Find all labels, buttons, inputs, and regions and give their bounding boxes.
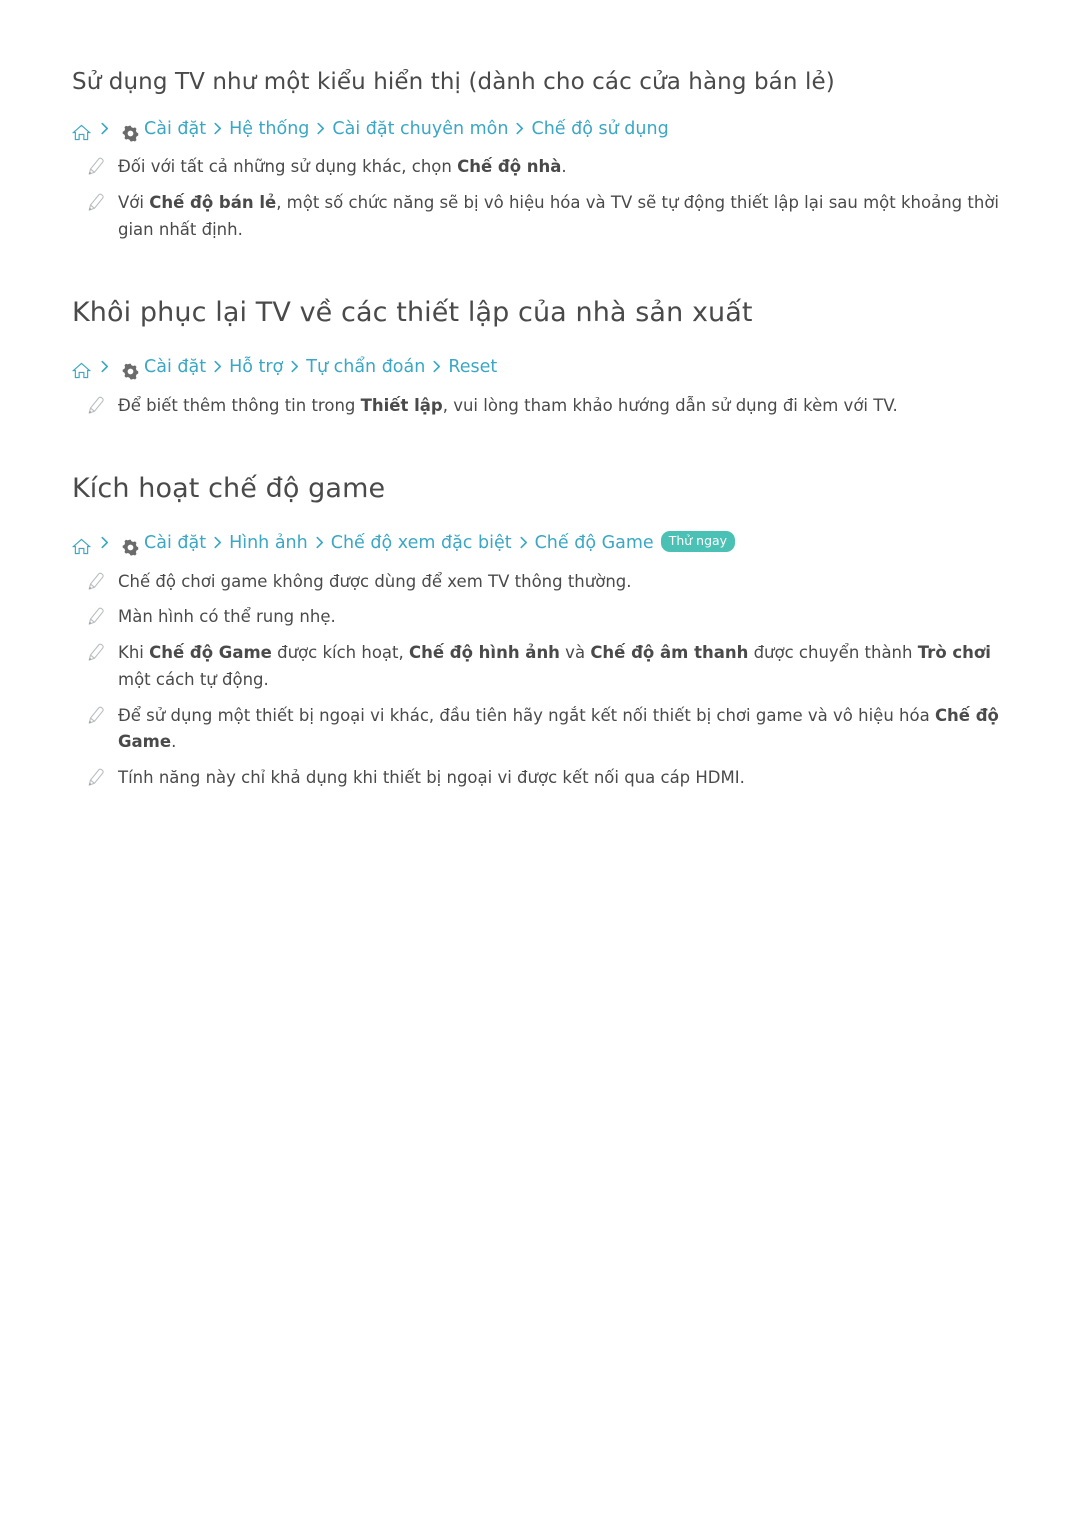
note-item: Màn hình có thể rung nhẹ.: [72, 604, 1008, 631]
breadcrumb-item[interactable]: Tự chẩn đoán: [306, 354, 425, 380]
breadcrumb-item[interactable]: Chế độ xem đặc biệt: [331, 530, 512, 556]
breadcrumb-item[interactable]: Chế độ Game: [535, 530, 654, 556]
breadcrumb-item[interactable]: Cài đặt chuyên môn: [332, 116, 508, 142]
home-icon: [71, 361, 92, 379]
gear-icon: [122, 538, 139, 556]
note-text: Đối với tất cả những sử dụng khác, chọn …: [118, 157, 567, 177]
pencil-icon: [84, 156, 106, 178]
chevron-right-icon: [100, 355, 109, 381]
chevron-right-icon: [315, 531, 324, 557]
note-item: Chế độ chơi game không được dùng để xem …: [72, 569, 1008, 596]
breadcrumb-item[interactable]: Reset: [448, 354, 497, 380]
note-item: Khi Chế độ Game được kích hoạt, Chế độ h…: [72, 640, 1008, 693]
section-heading: Khôi phục lại TV về các thiết lập của nh…: [72, 297, 753, 329]
note-item: Với Chế độ bán lẻ, một số chức năng sẽ b…: [72, 190, 1008, 243]
home-icon: [71, 537, 92, 555]
breadcrumb-item[interactable]: Hình ảnh: [229, 530, 308, 556]
document-page: Sử dụng TV như một kiểu hiển thị (dành c…: [0, 0, 1080, 1527]
chevron-right-icon: [213, 355, 222, 381]
note-text: Màn hình có thể rung nhẹ.: [118, 607, 336, 627]
pencil-icon: [84, 705, 106, 727]
note-item: Để sử dụng một thiết bị ngoại vi khác, đ…: [72, 703, 1008, 756]
breadcrumb: Cài đặt Hỗ trợ Tự chẩn đoán Reset: [71, 354, 1008, 381]
note-text: Tính năng này chỉ khả dụng khi thiết bị …: [118, 768, 745, 788]
chevron-right-icon: [432, 355, 441, 381]
note-text: Với Chế độ bán lẻ, một số chức năng sẽ b…: [118, 192, 999, 239]
section-heading: Kích hoạt chế độ game: [72, 473, 386, 505]
note-item: Để biết thêm thông tin trong Thiết lập, …: [72, 393, 1008, 420]
chevron-right-icon: [290, 355, 299, 381]
breadcrumb-item[interactable]: Hỗ trợ: [229, 354, 283, 380]
try-now-badge[interactable]: Thử ngay: [660, 530, 736, 553]
note-text: Để biết thêm thông tin trong Thiết lập, …: [118, 395, 898, 415]
home-icon: [71, 123, 92, 140]
pencil-icon: [84, 767, 106, 789]
breadcrumb-item[interactable]: Hệ thống: [229, 116, 309, 142]
chevron-right-icon: [213, 531, 222, 557]
chevron-right-icon: [100, 117, 109, 143]
gear-icon: [122, 124, 139, 142]
chevron-right-icon: [515, 117, 524, 143]
pencil-icon: [84, 606, 106, 628]
breadcrumb: Cài đặt Hình ảnh Chế độ xem đặc biệt Chế độ…: [71, 530, 1008, 557]
chevron-right-icon: [316, 117, 325, 143]
pencil-icon: [84, 192, 106, 214]
document-content: Sử dụng TV như một kiểu hiển thị (dành c…: [71, 68, 1008, 792]
breadcrumb-item[interactable]: Cài đặt: [144, 354, 206, 380]
chevron-right-icon: [100, 531, 109, 557]
breadcrumb-item[interactable]: Chế độ sử dụng: [531, 116, 668, 142]
pencil-icon: [84, 571, 106, 593]
note-text: Khi Chế độ Game được kích hoạt, Chế độ h…: [118, 643, 991, 689]
breadcrumb: Cài đặt Hệ thống Cài đặt chuyên môn Chế độ …: [71, 116, 1008, 143]
gear-icon: [122, 362, 139, 380]
breadcrumb-item[interactable]: Cài đặt: [144, 116, 206, 142]
pencil-icon: [84, 642, 106, 664]
note-item: Tính năng này chỉ khả dụng khi thiết bị …: [72, 765, 1008, 792]
note-item: Đối với tất cả những sử dụng khác, chọn …: [72, 154, 1008, 181]
note-text: Để sử dụng một thiết bị ngoại vi khác, đ…: [118, 705, 999, 752]
chevron-right-icon: [213, 117, 222, 143]
pencil-icon: [84, 395, 106, 417]
section-heading: Sử dụng TV như một kiểu hiển thị (dành c…: [72, 69, 835, 95]
breadcrumb-item[interactable]: Cài đặt: [144, 530, 206, 556]
note-text: Chế độ chơi game không được dùng để xem …: [118, 571, 632, 591]
chevron-right-icon: [519, 531, 528, 557]
